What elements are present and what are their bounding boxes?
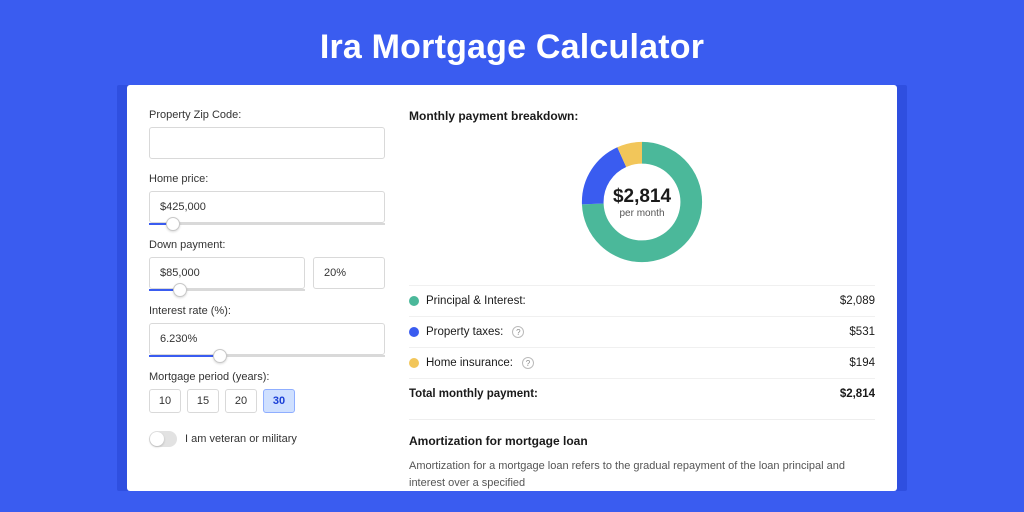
rate-input[interactable] <box>149 323 385 355</box>
dot-yellow-icon <box>409 358 419 368</box>
rate-slider-fill <box>149 355 220 357</box>
donut-center: $2,814 per month <box>577 137 707 267</box>
donut-sub: per month <box>619 208 664 219</box>
veteran-toggle-row: I am veteran or military <box>149 431 385 447</box>
legend: Principal & Interest: $2,089 Property ta… <box>409 285 875 409</box>
legend-value: $531 <box>849 326 875 338</box>
help-icon[interactable]: ? <box>522 357 534 369</box>
legend-label: Home insurance: <box>426 357 513 369</box>
rate-slider-thumb[interactable] <box>213 349 227 363</box>
zip-group: Property Zip Code: <box>149 109 385 159</box>
down-amount-input[interactable] <box>149 257 305 289</box>
home-price-input[interactable] <box>149 191 385 223</box>
down-percent-input[interactable] <box>313 257 385 289</box>
period-30-button[interactable]: 30 <box>263 389 295 413</box>
amortization-title: Amortization for mortgage loan <box>409 434 875 448</box>
zip-label: Property Zip Code: <box>149 109 385 121</box>
dot-green-icon <box>409 296 419 306</box>
period-options: 10 15 20 30 <box>149 389 385 413</box>
rate-group: Interest rate (%): <box>149 305 385 357</box>
page-title: Ira Mortgage Calculator <box>0 0 1024 85</box>
legend-value: $2,089 <box>840 295 875 307</box>
rate-slider[interactable] <box>149 355 385 357</box>
period-15-button[interactable]: 15 <box>187 389 219 413</box>
rate-label: Interest rate (%): <box>149 305 385 317</box>
donut-chart-wrap: $2,814 per month <box>409 137 875 267</box>
legend-label: Principal & Interest: <box>426 295 526 307</box>
breakdown-panel: Monthly payment breakdown: $2,814 per mo… <box>409 109 875 491</box>
period-10-button[interactable]: 10 <box>149 389 181 413</box>
home-price-group: Home price: <box>149 173 385 225</box>
legend-row-principal: Principal & Interest: $2,089 <box>409 285 875 316</box>
inputs-panel: Property Zip Code: Home price: Down paym… <box>149 109 385 491</box>
total-label: Total monthly payment: <box>409 388 538 400</box>
veteran-toggle[interactable] <box>149 431 177 447</box>
home-price-label: Home price: <box>149 173 385 185</box>
down-payment-slider[interactable] <box>149 289 305 291</box>
card-shadow: Property Zip Code: Home price: Down paym… <box>117 85 907 491</box>
veteran-label: I am veteran or military <box>185 433 297 445</box>
amortization-text: Amortization for a mortgage loan refers … <box>409 458 875 491</box>
period-group: Mortgage period (years): 10 15 20 30 <box>149 371 385 413</box>
amortization-section: Amortization for mortgage loan Amortizat… <box>409 419 875 491</box>
legend-row-taxes: Property taxes: ? $531 <box>409 316 875 347</box>
legend-label: Property taxes: <box>426 326 503 338</box>
home-price-slider[interactable] <box>149 223 385 225</box>
veteran-toggle-knob <box>150 432 164 446</box>
dot-blue-icon <box>409 327 419 337</box>
down-payment-group: Down payment: <box>149 239 385 291</box>
legend-row-insurance: Home insurance: ? $194 <box>409 347 875 378</box>
period-20-button[interactable]: 20 <box>225 389 257 413</box>
zip-input[interactable] <box>149 127 385 159</box>
legend-row-total: Total monthly payment: $2,814 <box>409 378 875 409</box>
down-payment-slider-thumb[interactable] <box>173 283 187 297</box>
legend-value: $194 <box>849 357 875 369</box>
total-value: $2,814 <box>840 388 875 400</box>
donut-amount: $2,814 <box>613 186 671 208</box>
down-payment-label: Down payment: <box>149 239 385 251</box>
home-price-slider-thumb[interactable] <box>166 217 180 231</box>
breakdown-title: Monthly payment breakdown: <box>409 109 875 123</box>
donut-chart: $2,814 per month <box>577 137 707 267</box>
period-label: Mortgage period (years): <box>149 371 385 383</box>
help-icon[interactable]: ? <box>512 326 524 338</box>
calculator-card: Property Zip Code: Home price: Down paym… <box>127 85 897 491</box>
